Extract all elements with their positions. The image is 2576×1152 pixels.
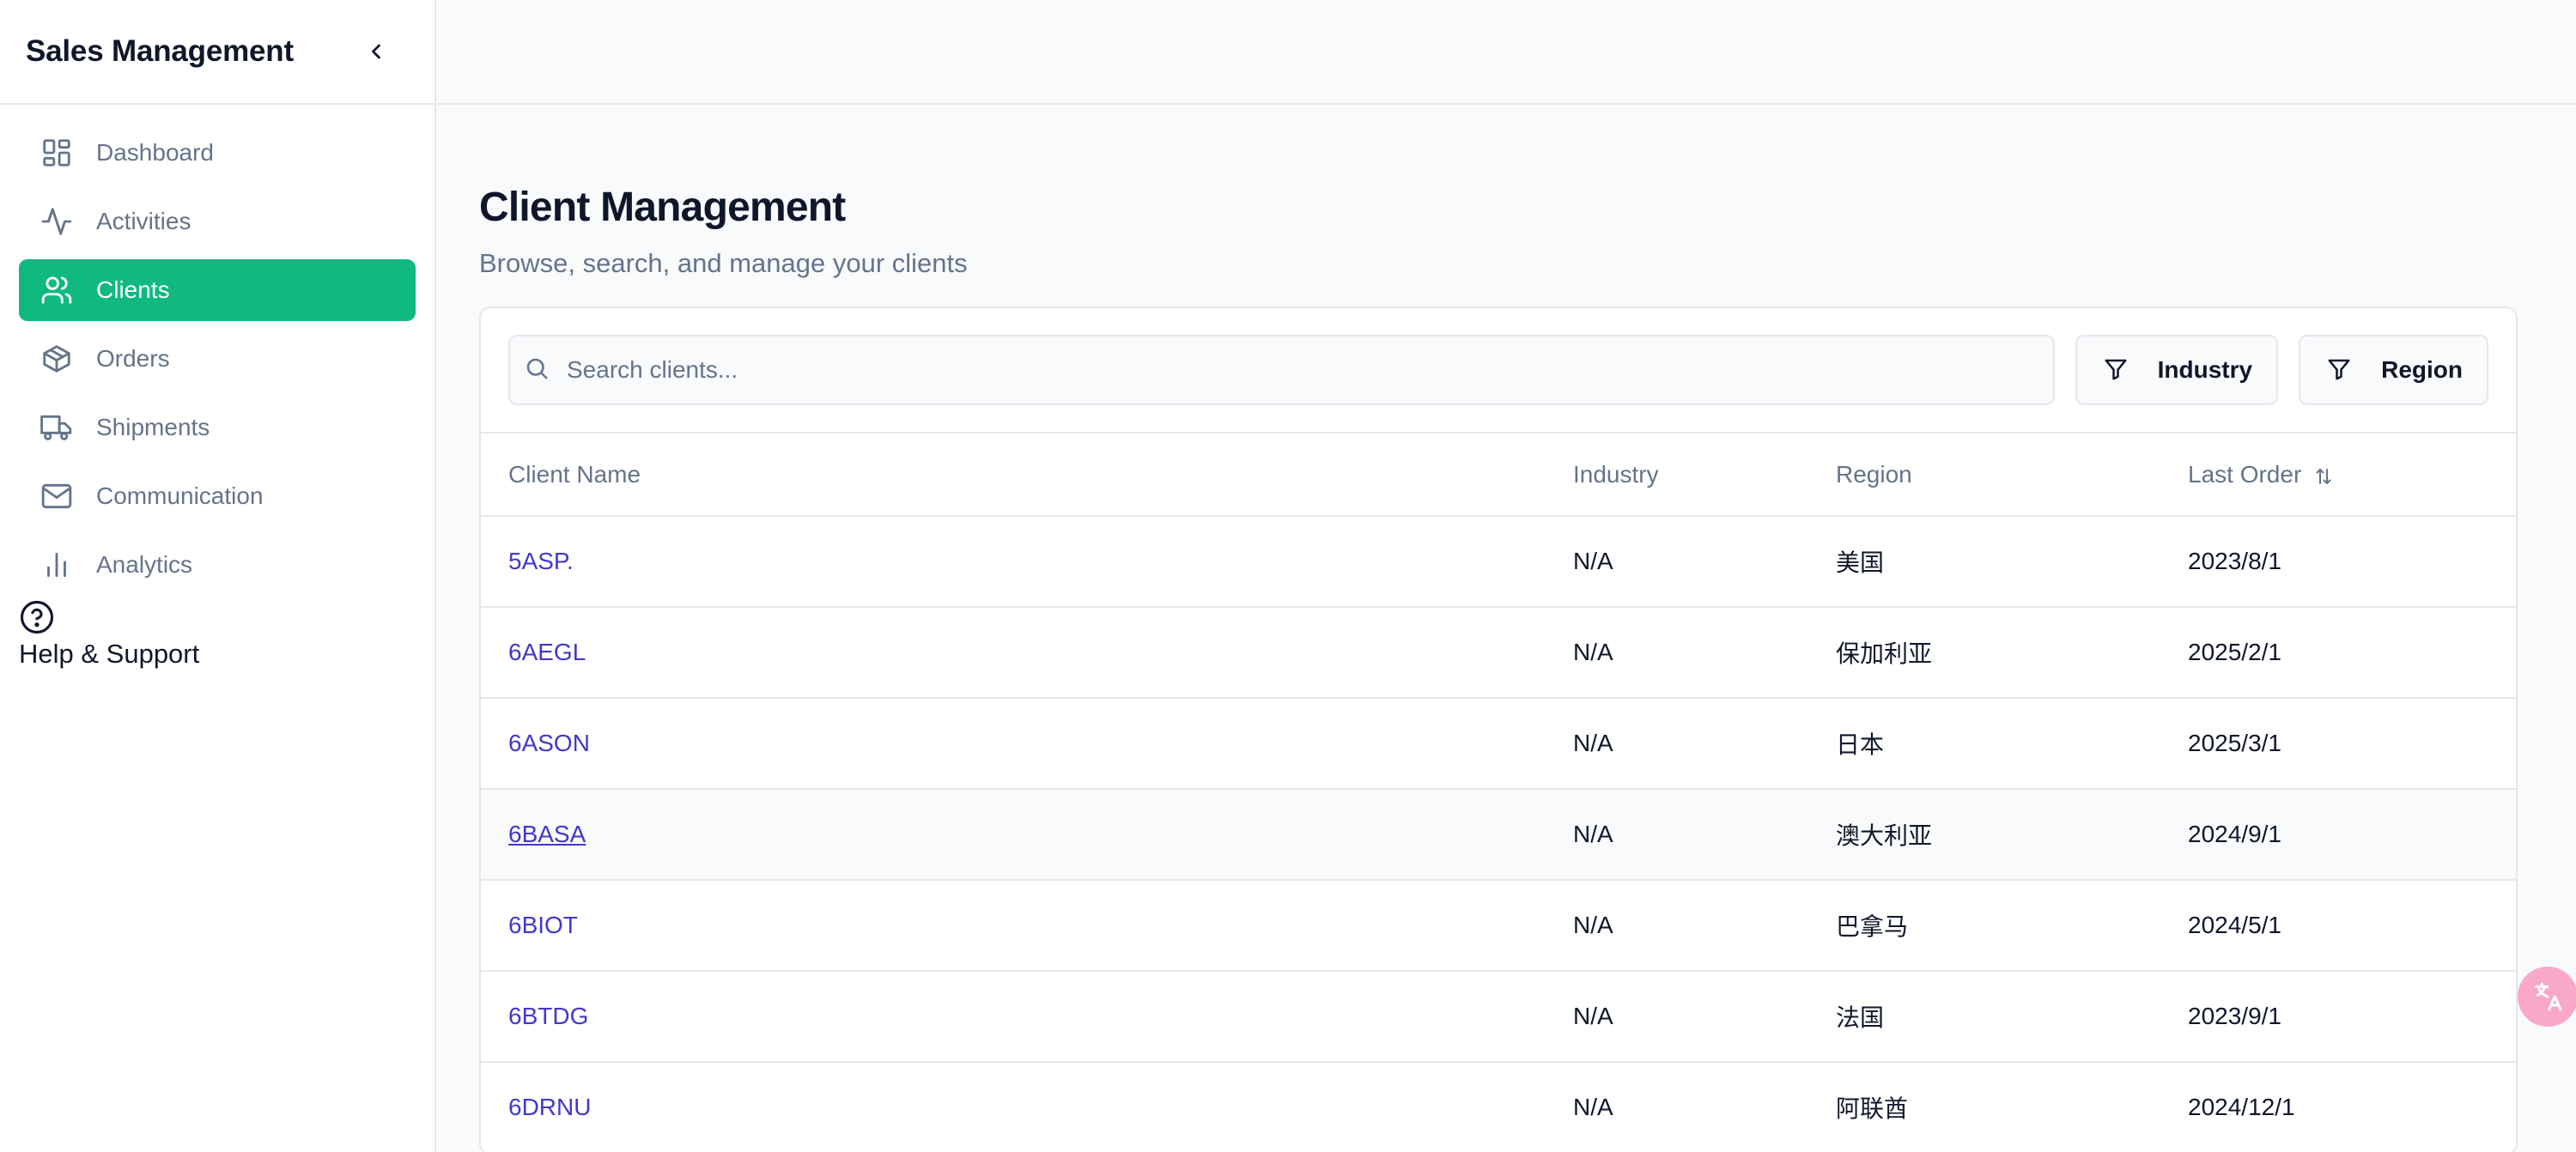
column-header-industry: Industry: [1573, 434, 1836, 517]
last-order-cell: 2024/5/1: [2188, 880, 2516, 972]
activity-icon: [39, 204, 74, 239]
client-name-link[interactable]: 6AEGL: [508, 639, 586, 665]
page-title: Client Management: [479, 185, 846, 230]
region-filter-button[interactable]: Region: [2299, 335, 2488, 405]
sidebar-item-clients[interactable]: Clients: [19, 259, 416, 321]
last-order-cell: 2025/2/1: [2188, 607, 2516, 699]
package-icon: [39, 342, 74, 376]
app-title: Sales Management: [26, 34, 294, 68]
region-cell: 巴拿马: [1836, 880, 2188, 972]
sidebar-item-communication[interactable]: Communication: [19, 465, 416, 527]
clients-toolbar: Industry Region: [481, 308, 2516, 434]
sidebar-item-label: Orders: [96, 345, 170, 372]
sidebar-item-activities[interactable]: Activities: [19, 191, 416, 252]
table-header-row: Client Name Industry Region Last Order: [481, 434, 2516, 517]
last-order-label: Last Order: [2188, 460, 2302, 488]
sidebar-item-shipments[interactable]: Shipments: [19, 397, 416, 458]
search-icon: [524, 355, 553, 385]
sidebar-item-label: Activities: [96, 208, 191, 234]
help-support-label: Help & Support: [19, 639, 200, 669]
client-name-link[interactable]: 6BTDG: [508, 1003, 588, 1029]
industry-filter-button[interactable]: Industry: [2075, 335, 2279, 405]
table-row[interactable]: 6AEGL N/A 保加利亚 2025/2/1: [481, 607, 2516, 699]
region-cell: 阿联酋: [1836, 1062, 2188, 1152]
top-bar: [438, 0, 2576, 105]
sidebar-header: Sales Management: [0, 0, 434, 105]
filter-icon: [2326, 356, 2354, 384]
sidebar-item-dashboard[interactable]: Dashboard: [19, 122, 416, 184]
filter-icon: [2103, 356, 2130, 384]
region-cell: 法国: [1836, 971, 2188, 1063]
sidebar-nav: Dashboard Activities Clients Orders Ship…: [0, 105, 434, 596]
client-name-link[interactable]: 6ASON: [508, 730, 590, 756]
table-row[interactable]: 6BIOT N/A 巴拿马 2024/5/1: [481, 880, 2516, 972]
sidebar-item-label: Clients: [96, 276, 170, 303]
table-row[interactable]: 5ASP. N/A 美国 2023/8/1: [481, 516, 2516, 608]
region-cell: 澳大利亚: [1836, 789, 2188, 881]
clients-table: Client Name Industry Region Last Order 5…: [481, 434, 2516, 1152]
page-subtitle: Browse, search, and manage your clients: [479, 248, 968, 278]
table-row[interactable]: 6ASON N/A 日本 2025/3/1: [481, 698, 2516, 790]
sidebar-item-label: Communication: [96, 482, 264, 509]
table-row[interactable]: 6BTDG N/A 法国 2023/9/1: [481, 971, 2516, 1063]
region-filter-label: Region: [2381, 356, 2463, 383]
table-row[interactable]: 6DRNU N/A 阿联酋 2024/12/1: [481, 1062, 2516, 1152]
main-content: Client Management Browse, search, and ma…: [479, 105, 2518, 1152]
industry-cell: N/A: [1573, 607, 1836, 699]
sidebar-item-label: Shipments: [96, 414, 210, 440]
column-header-client-name: Client Name: [481, 434, 1573, 517]
sidebar: Sales Management Dashboard Activities Cl…: [0, 0, 436, 1152]
help-support-link[interactable]: Help & Support: [0, 599, 434, 670]
industry-cell: N/A: [1573, 698, 1836, 790]
sort-icon[interactable]: [2313, 465, 2334, 486]
client-name-link[interactable]: 6BIOT: [508, 912, 578, 938]
chevron-left-icon[interactable]: [362, 38, 390, 65]
region-cell: 美国: [1836, 516, 2188, 608]
client-name-link[interactable]: 6BASA: [508, 821, 586, 847]
last-order-cell: 2024/12/1: [2188, 1062, 2516, 1152]
table-row[interactable]: 6BASA N/A 澳大利亚 2024/9/1: [481, 789, 2516, 881]
sidebar-item-label: Analytics: [96, 551, 193, 578]
mail-icon: [39, 479, 74, 513]
industry-cell: N/A: [1573, 1062, 1836, 1152]
last-order-cell: 2024/9/1: [2188, 789, 2516, 881]
industry-cell: N/A: [1573, 880, 1836, 972]
dashboard-icon: [39, 136, 74, 170]
truck-icon: [39, 410, 74, 445]
help-circle-icon: [19, 599, 55, 635]
industry-filter-label: Industry: [2157, 356, 2253, 383]
sidebar-item-label: Dashboard: [96, 139, 214, 166]
last-order-cell: 2025/3/1: [2188, 698, 2516, 790]
industry-cell: N/A: [1573, 789, 1836, 881]
industry-cell: N/A: [1573, 516, 1836, 608]
industry-cell: N/A: [1573, 971, 1836, 1063]
clients-card: Industry Region Client Name Industry Reg…: [479, 306, 2518, 1152]
translate-icon[interactable]: [2518, 967, 2576, 1027]
sidebar-item-analytics[interactable]: Analytics: [19, 534, 416, 596]
client-name-link[interactable]: 6DRNU: [508, 1094, 591, 1120]
search-input[interactable]: [567, 356, 2053, 384]
client-name-link[interactable]: 5ASP.: [508, 548, 574, 574]
users-icon: [39, 273, 74, 307]
bar-chart-icon: [39, 548, 74, 582]
sidebar-item-orders[interactable]: Orders: [19, 328, 416, 390]
column-header-region: Region: [1836, 434, 2188, 517]
search-box[interactable]: [508, 335, 2055, 405]
column-header-last-order[interactable]: Last Order: [2188, 434, 2516, 517]
last-order-cell: 2023/8/1: [2188, 516, 2516, 608]
last-order-cell: 2023/9/1: [2188, 971, 2516, 1063]
region-cell: 保加利亚: [1836, 607, 2188, 699]
region-cell: 日本: [1836, 698, 2188, 790]
